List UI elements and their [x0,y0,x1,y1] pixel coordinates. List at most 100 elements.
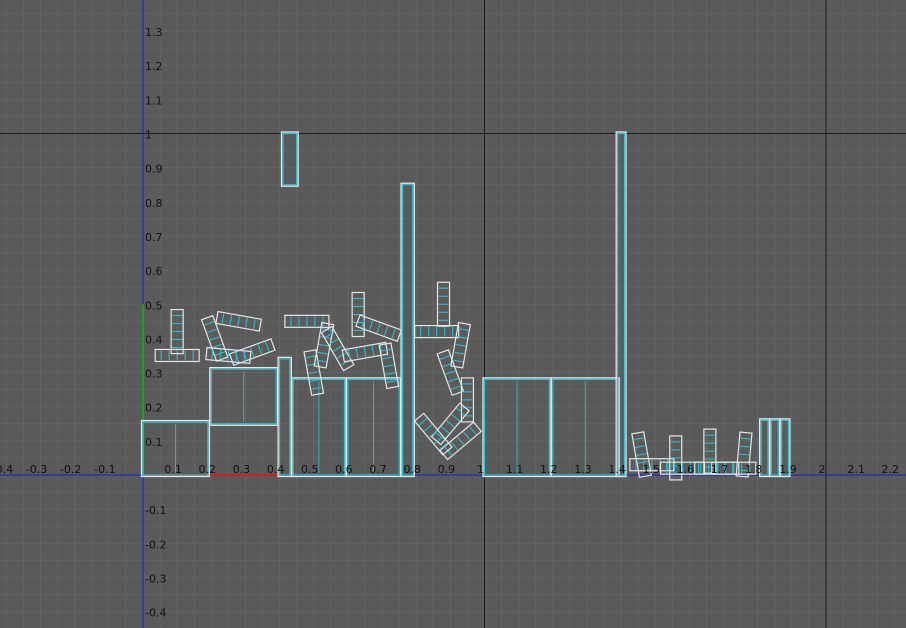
uv-edge [257,344,262,355]
u-tick-label: 0.4 [267,463,285,476]
u-tick-label: 2 [819,463,826,476]
uv-edge [333,345,343,352]
uv-shell-fragment-4[interactable] [215,310,263,332]
uv-edge [386,380,397,383]
grid-major-lines [0,0,906,628]
uv-shell-fragment-15[interactable] [414,324,460,339]
uv-edge [381,348,392,352]
u-tick-label: 0.9 [438,463,456,476]
uv-edge [235,351,238,362]
uv-edge [305,355,316,359]
uv-edge [740,437,751,440]
v-tick-label: 0.8 [145,197,163,210]
uv-edge [463,431,471,440]
v-tick-label: 1.1 [145,94,163,107]
v-tick-label: -0.2 [145,538,166,551]
u-tick-label: 1.5 [643,463,661,476]
u-tick-label: 0.5 [301,463,319,476]
v-tick-label: 0.1 [145,436,163,449]
uv-shell-fragment-16[interactable] [436,281,451,327]
uv-edge [469,426,477,435]
u-tick-label: 1 [477,463,484,476]
v-tick-label: 0.3 [145,368,163,381]
uv-edge [219,349,222,360]
uv-viewport[interactable]: -0.4 -0.3 -0.2 -0.1 0.1 0.2 0.3 0.4 0.5 0.6 0.7 0.8… [0,0,906,628]
u-tick-label: 1.7 [711,463,729,476]
uv-edge [450,385,461,390]
u-tick-label: -0.1 [94,463,115,476]
v-tick-label: 0.6 [145,265,163,278]
u-tick-label: 0.7 [369,463,387,476]
uv-shell-roof-panel-b[interactable] [550,377,620,478]
u-tick-label: 0.8 [403,463,421,476]
uv-shell-fragment-12[interactable] [351,291,365,338]
uv-edge [212,343,223,349]
u-tick-label: -0.4 [0,463,13,476]
grid-minor-lines [0,0,906,628]
uv-edge [207,328,217,334]
v-tick-label: -0.1 [145,504,166,517]
uv-edge [382,356,393,360]
uv-shell-wall-panel-b[interactable] [291,377,347,478]
uv-edge [265,341,270,352]
u-tick-label: 1.9 [779,463,797,476]
uv-edge [325,331,335,338]
uv-shell-floating-piece[interactable] [280,131,299,187]
uv-edge [401,184,414,476]
uv-edge [455,343,466,347]
uv-shell-beam-tall[interactable] [400,182,415,478]
v-tick-label: 0.4 [145,333,163,346]
uv-edge [355,348,359,359]
v-tick-label: 0.7 [145,231,163,244]
uv-edge [383,326,389,336]
u-tick-label: 1.8 [745,463,763,476]
uv-edge [318,343,330,347]
u-tick-label: -0.3 [26,463,47,476]
v-tick-label: 0.9 [145,163,163,176]
u-tick-label: 1.3 [574,463,592,476]
u-tick-label: 0.2 [199,463,217,476]
uv-axes [0,0,906,628]
v-tick-label: -0.3 [145,572,166,585]
uv-shell-wall-panel-a[interactable] [209,366,279,426]
uv-edge [253,319,256,330]
uv-edge [368,320,374,331]
uv-edge [440,355,450,360]
uv-edge [452,359,463,363]
u-tick-label: 1.1 [506,463,524,476]
uv-edge [456,407,465,416]
uv-edge [633,437,644,441]
u-tick-label: 0.6 [335,463,353,476]
v-tick-label: 1.3 [145,26,163,39]
uv-edge [282,132,298,186]
uv-edge [450,441,459,451]
uv-edge [383,364,394,368]
uv-shell-roof-panel-a[interactable] [482,377,552,478]
uv-shell-wall-panel-c[interactable] [345,377,402,478]
u-tick-label: 2.1 [847,463,865,476]
uv-edge [454,351,465,355]
uv-texture-editor[interactable]: -0.4 -0.3 -0.2 -0.1 0.1 0.2 0.3 0.4 0.5 0.6 0.7 0.8… [0,0,906,628]
v-axis-ticks: 1.3 1.2 1.1 1 0.9 0.8 0.7 0.6 0.5 0.4 0.3 0.2 0.1 -0.… [145,26,166,620]
uv-edge [371,345,375,356]
v-tick-label: -0.4 [145,607,166,620]
uv-shell-fragment-13[interactable] [355,314,403,343]
shell-border [280,131,299,187]
uv-edge [221,313,225,324]
u-tick-label: 1.4 [608,463,626,476]
uv-edge [376,323,381,334]
uv-shell-post-narrow-a[interactable] [277,356,292,478]
uv-edge [229,314,233,325]
uv-edge [739,445,750,448]
uv-edge [307,363,318,367]
uv-shell-fragment-6[interactable] [205,346,252,365]
u-tick-label: 1.2 [540,463,558,476]
v-tick-label: 1 [145,129,152,142]
u-tick-label: -0.2 [60,463,81,476]
uv-shells[interactable] [140,131,791,481]
uv-edge [458,328,469,331]
uv-edge [448,377,458,383]
uv-edge [317,351,328,355]
uv-edge [391,328,396,339]
v-tick-label: 0.5 [145,299,163,312]
